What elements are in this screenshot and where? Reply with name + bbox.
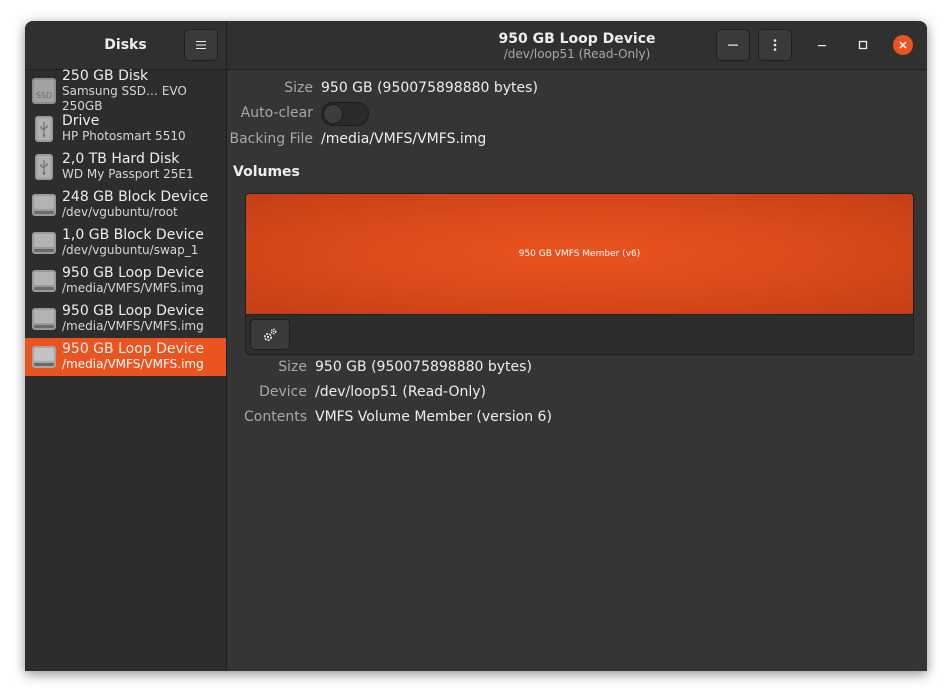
- usb-drive-icon: [31, 115, 57, 143]
- disk-name: 248 GB Block Device: [62, 189, 209, 205]
- close-icon: [899, 41, 907, 49]
- drive-options-button[interactable]: [758, 29, 792, 61]
- volume-device-value: /dev/loop51 (Read-Only): [315, 384, 487, 400]
- disk-name: 950 GB Loop Device: [62, 303, 204, 319]
- minus-icon: [728, 44, 738, 46]
- disk-name: 950 GB Loop Device: [62, 265, 204, 281]
- disk-name: 1,0 GB Block Device: [62, 227, 204, 243]
- disk-item-250gb-disk[interactable]: SSD 250 GB Disk Samsung SSD… EVO 250GB: [25, 67, 226, 113]
- disk-model: /media/VMFS/VMFS.img: [62, 319, 204, 333]
- sidebar-headerbar: Disks: [25, 21, 226, 70]
- ssd-icon: SSD: [31, 77, 57, 105]
- disk-model: HP Photosmart 5510: [62, 129, 186, 143]
- hard-disk-icon: [31, 267, 57, 295]
- size-label: Size: [284, 80, 313, 96]
- disk-item-drive[interactable]: Drive HP Photosmart 5510: [25, 110, 226, 148]
- device-details: Size 950 GB (950075898880 bytes) Auto-cl…: [227, 70, 927, 671]
- volume-size-value: 950 GB (950075898880 bytes): [315, 359, 532, 375]
- disk-name: 950 GB Loop Device: [62, 341, 204, 357]
- hard-disk-icon: [31, 229, 57, 257]
- kebab-menu-icon: [773, 39, 777, 51]
- disk-item-2tb-hard-disk[interactable]: 2,0 TB Hard Disk WD My Passport 25E1: [25, 148, 226, 186]
- disk-item-loop-device-3[interactable]: 950 GB Loop Device /media/VMFS/VMFS.img: [25, 338, 226, 376]
- gears-icon: [263, 328, 277, 341]
- disk-name: 250 GB Disk: [62, 67, 149, 84]
- disks-window: Disks 950 GB Loop Device /dev/loop51 (Re…: [25, 21, 927, 671]
- partition-options-button[interactable]: [250, 319, 290, 350]
- minimize-icon: [818, 45, 826, 47]
- maximize-button[interactable]: [853, 35, 873, 55]
- hard-disk-icon: [31, 343, 57, 371]
- autoclear-switch[interactable]: [321, 102, 369, 126]
- volume-contents-label: Contents: [244, 409, 307, 425]
- disk-model: WD My Passport 25E1: [62, 167, 194, 181]
- backing-file-label: Backing File: [229, 131, 313, 147]
- usb-drive-icon: [31, 153, 57, 181]
- maximize-icon: [858, 40, 868, 50]
- disk-name: Drive: [62, 113, 100, 129]
- hamburger-menu-icon: [196, 41, 206, 49]
- hard-disk-icon: [31, 191, 57, 219]
- minimize-button[interactable]: [812, 35, 832, 55]
- disk-name: 2,0 TB Hard Disk: [62, 151, 180, 167]
- volume-map: 950 GB VMFS Member (v6): [245, 193, 914, 355]
- volume-size-label: Size: [278, 359, 307, 375]
- power-off-button[interactable]: [716, 29, 750, 61]
- disk-model: /dev/vgubuntu/root: [62, 205, 178, 219]
- volume-partition-vmfs[interactable]: 950 GB VMFS Member (v6): [246, 194, 913, 315]
- disk-item-loop-device-1[interactable]: 950 GB Loop Device /media/VMFS/VMFS.img: [25, 262, 226, 300]
- hard-disk-icon: [31, 305, 57, 333]
- volume-partition-label: 950 GB VMFS Member (v6): [518, 249, 641, 259]
- volume-device-label: Device: [259, 384, 307, 400]
- autoclear-label: Auto-clear: [240, 105, 313, 121]
- disk-model: /dev/vgubuntu/swap_1: [62, 243, 199, 257]
- volumes-heading: Volumes: [233, 164, 300, 180]
- disk-list: SSD 250 GB Disk Samsung SSD… EVO 250GB D…: [25, 67, 226, 671]
- disk-model: /media/VMFS/VMFS.img: [62, 357, 204, 371]
- switch-knob: [323, 104, 343, 124]
- disk-item-1gb-block-device[interactable]: 1,0 GB Block Device /dev/vgubuntu/swap_1: [25, 224, 226, 262]
- app-menu-button[interactable]: [184, 29, 218, 61]
- volume-contents-value: VMFS Volume Member (version 6): [315, 409, 552, 425]
- svg-text:SSD: SSD: [36, 91, 52, 100]
- disk-item-loop-device-2[interactable]: 950 GB Loop Device /media/VMFS/VMFS.img: [25, 300, 226, 338]
- disk-model: Samsung SSD… EVO 250GB: [62, 83, 187, 113]
- disk-model: /media/VMFS/VMFS.img: [62, 281, 204, 295]
- size-value: 950 GB (950075898880 bytes): [321, 80, 538, 96]
- backing-file-value: /media/VMFS/VMFS.img: [321, 131, 487, 147]
- disk-item-248gb-block-device[interactable]: 248 GB Block Device /dev/vgubuntu/root: [25, 186, 226, 224]
- close-button[interactable]: [893, 35, 913, 55]
